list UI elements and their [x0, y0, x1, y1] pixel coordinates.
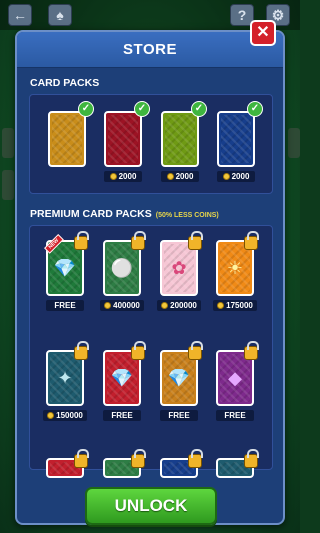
premium-card-packs-label: PREMIUM CARD PACKS (50% LESS COINS) [30, 208, 219, 220]
coin-icon [104, 302, 112, 309]
card-pack-blue[interactable] [217, 111, 255, 167]
compass-icon: ✦ [57, 368, 73, 388]
sun-flower-icon: ☀ [226, 258, 244, 278]
card-packs-label: CARD PACKS [30, 77, 100, 89]
coin-icon [47, 412, 55, 419]
price-tag: FREE [160, 410, 198, 421]
price-tag: 2000 [161, 171, 199, 182]
owned-check-icon: ✓ [247, 101, 263, 117]
card-packs-panel: ✓ ✓ 2000 ✓ 2000 ✓ 2000 [29, 94, 273, 194]
diamond-crown-icon: 💎 [167, 368, 191, 388]
lock-icon [74, 449, 89, 468]
card-pack-gold[interactable] [48, 111, 86, 167]
discount-note: (50% LESS COINS) [155, 212, 219, 219]
cards-icon[interactable]: ♠ [48, 4, 72, 26]
purple-gem-icon: ◆ [228, 368, 242, 388]
price-tag: 175000 [213, 300, 257, 311]
price-tag: 150000 [43, 410, 87, 421]
side-tab-left-2 [2, 170, 14, 200]
coin-icon [217, 302, 225, 309]
store-title: STORE [17, 32, 283, 68]
price-tag: FREE [103, 410, 141, 421]
golf-ball-icon: ⚪ [110, 258, 134, 278]
coin-icon [222, 173, 230, 180]
unlock-button[interactable]: UNLOCK [85, 487, 217, 525]
price-tag: 2000 [217, 171, 255, 182]
side-tab-left-1 [2, 128, 14, 158]
lock-icon [244, 341, 259, 360]
lock-icon [74, 341, 89, 360]
lock-icon [244, 231, 259, 250]
store-dialog: STORE CARD PACKS ✓ ✓ 2000 ✓ 2000 ✓ 2000 … [15, 30, 285, 525]
coin-icon [109, 173, 117, 180]
price-tag: 400000 [100, 300, 144, 311]
card-pack-green[interactable] [161, 111, 199, 167]
price-tag: 200000 [157, 300, 201, 311]
price-tag: FREE [216, 410, 254, 421]
lock-icon [131, 449, 146, 468]
lock-icon [131, 231, 146, 250]
lock-icon [131, 341, 146, 360]
card-pack-red[interactable] [104, 111, 142, 167]
owned-check-icon: ✓ [134, 101, 150, 117]
flower-icon: ✿ [171, 258, 187, 278]
diamond-crown-icon: 💎 [110, 368, 134, 388]
coin-icon [161, 302, 169, 309]
price-tag: 2000 [104, 171, 142, 182]
lock-icon [244, 449, 259, 468]
coin-icon [166, 173, 174, 180]
owned-check-icon: ✓ [78, 101, 94, 117]
lock-icon [188, 341, 203, 360]
back-icon[interactable]: ← [8, 4, 32, 26]
close-button[interactable]: ✕ [250, 20, 276, 46]
premium-card-packs-panel: 💎 NEW FREE ⚪ 400000 ✿ 200000 ☀ 175000 ✦ … [29, 225, 273, 478]
lock-icon [188, 449, 203, 468]
price-tag: FREE [46, 300, 84, 311]
diamond-crown-icon: 💎 [53, 258, 77, 278]
owned-check-icon: ✓ [191, 101, 207, 117]
lock-icon [188, 231, 203, 250]
side-tab-right [288, 128, 300, 158]
lock-icon [74, 231, 89, 250]
